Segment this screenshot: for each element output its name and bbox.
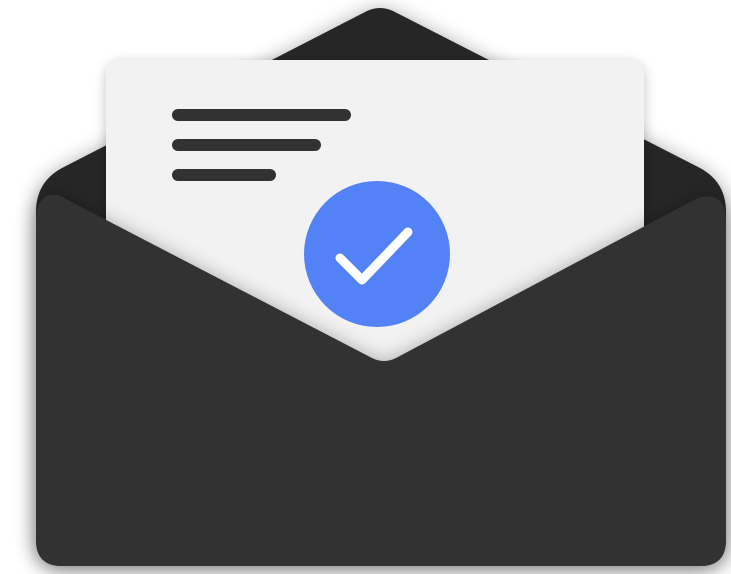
- illustration-canvas: [0, 0, 731, 574]
- check-badge-icon: [304, 181, 450, 327]
- open-envelope-with-verified-letter-icon: [36, 8, 726, 566]
